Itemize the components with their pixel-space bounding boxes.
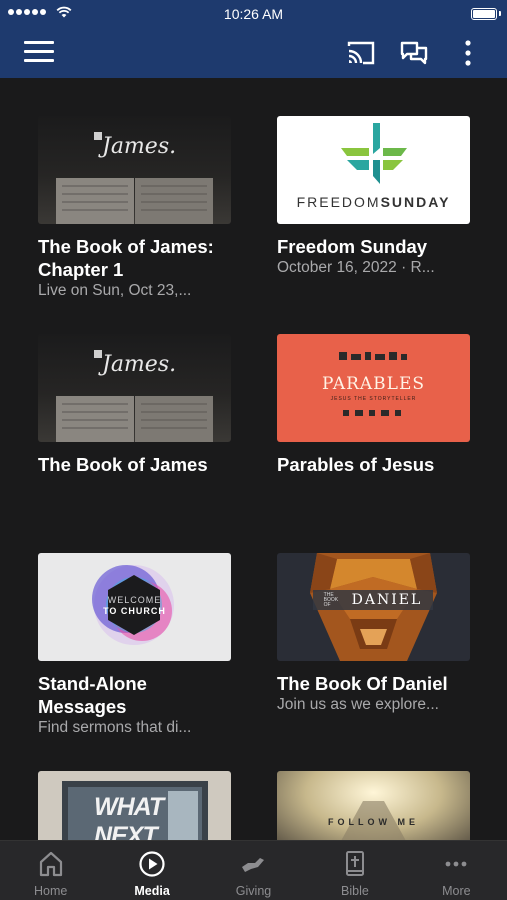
media-card-stand-alone-messages[interactable]: WELCOME TO CHURCH Stand-Alone Messages Fi…	[38, 553, 231, 737]
media-card-what-next[interactable]: WHAT NEXT	[38, 771, 231, 840]
card-title: The Book of James	[38, 454, 208, 475]
play-circle-icon	[139, 851, 165, 877]
thumbnail-follow-me: FOLLOW ME	[277, 771, 470, 840]
media-card-freedom-sunday[interactable]: FREEDOMSUNDAY Freedom Sunday October 16,…	[277, 116, 470, 277]
app-header	[0, 28, 507, 78]
media-card-parables-of-jesus[interactable]: PARABLES JESUS THE STORYTELLER Parables …	[277, 334, 470, 476]
card-title: The Book of James: Chapter 1	[38, 236, 214, 280]
tab-label: Bible	[341, 884, 369, 898]
tab-giving[interactable]: Giving	[203, 841, 304, 900]
thumbnail-james: James.	[38, 116, 231, 224]
cast-icon[interactable]	[345, 38, 377, 68]
card-subtitle: Find sermons that di...	[38, 719, 192, 736]
tab-bar: Home Media Giving Bible More	[0, 840, 507, 900]
thumb-subtitle: JESUS THE STORYTELLER	[330, 396, 417, 402]
card-title: Stand-Alone Messages	[38, 673, 147, 717]
thumbnail-what-next: WHAT NEXT	[38, 771, 231, 840]
tab-label: Media	[134, 884, 170, 898]
thumbnail-welcome-to-church: WELCOME TO CHURCH	[38, 553, 231, 661]
tab-more[interactable]: More	[406, 841, 507, 900]
thumb-title: James.	[102, 352, 177, 377]
status-bar: 10:26 AM	[0, 0, 507, 28]
hamburger-menu-icon[interactable]	[24, 41, 54, 65]
card-title: Parables of Jesus	[277, 454, 435, 475]
status-time: 10:26 AM	[223, 6, 284, 22]
tab-home[interactable]: Home	[0, 841, 101, 900]
card-title: Freedom Sunday	[277, 236, 428, 257]
thumb-title: FOLLOW ME	[328, 817, 419, 827]
thumbnail-james: James.	[38, 334, 231, 442]
thumb-title: PARABLES	[321, 374, 426, 394]
thumbnail-freedom-sunday: FREEDOMSUNDAY	[277, 116, 470, 224]
more-vertical-icon[interactable]	[452, 38, 484, 68]
tab-bible[interactable]: Bible	[304, 841, 405, 900]
media-grid: James. The Book of James: Chapter 1 Live…	[0, 78, 507, 840]
more-horizontal-icon	[445, 861, 467, 867]
tab-label: More	[442, 884, 471, 898]
bible-icon	[345, 851, 364, 876]
media-card-follow-me[interactable]: FOLLOW ME	[277, 771, 470, 840]
thumb-title: WELCOME TO CHURCH	[103, 595, 166, 616]
media-card-book-of-james-chapter-1[interactable]: James. The Book of James: Chapter 1 Live…	[38, 116, 231, 300]
thumb-title: THE BOOK OF DANIEL	[313, 590, 433, 610]
tab-label: Giving	[235, 884, 272, 898]
battery-tip	[499, 11, 501, 16]
giving-hand-icon	[241, 858, 264, 872]
card-subtitle: Live on Sun, Oct 23,...	[38, 282, 192, 299]
thumb-title: James.	[102, 134, 177, 159]
media-card-book-of-daniel[interactable]: THE BOOK OF DANIEL The Book Of Daniel Jo…	[277, 553, 470, 714]
battery-icon	[471, 8, 497, 20]
thumb-title: WHAT NEXT	[94, 793, 164, 840]
thumb-title: FREEDOMSUNDAY	[296, 194, 451, 210]
card-subtitle: October 16, 2022 · R...	[277, 259, 435, 276]
chat-icon[interactable]	[398, 38, 430, 68]
thumbnail-daniel: THE BOOK OF DANIEL	[277, 553, 470, 661]
home-icon	[39, 851, 62, 877]
tab-label: Home	[34, 884, 68, 898]
card-title: The Book Of Daniel	[277, 673, 448, 694]
tab-media[interactable]: Media	[101, 841, 202, 900]
media-card-book-of-james[interactable]: James. The Book of James	[38, 334, 231, 476]
card-subtitle: Join us as we explore...	[277, 696, 439, 713]
thumbnail-parables: PARABLES JESUS THE STORYTELLER	[277, 334, 470, 442]
